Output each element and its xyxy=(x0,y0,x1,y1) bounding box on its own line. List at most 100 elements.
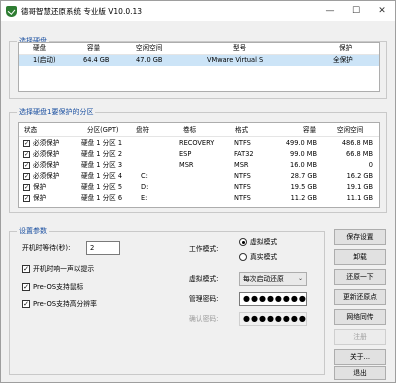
partition-status: 必须保护 xyxy=(33,172,60,180)
partition-free: 11.1 GB xyxy=(346,194,373,202)
partition-letter: D: xyxy=(141,183,149,191)
save-settings-button[interactable]: 保存设置 xyxy=(334,229,386,245)
preos-mouse-label: Pre-OS支持鼠标 xyxy=(33,283,84,291)
network-sync-button[interactable]: 网络同传 xyxy=(334,309,386,325)
partition-name: 硬盘 1 分区 3 xyxy=(81,161,123,169)
partition-name: 硬盘 1 分区 2 xyxy=(81,150,123,158)
virtual-mode-select[interactable]: 每次启动还原 ⌄ xyxy=(239,272,307,286)
partition-free: 486.8 MB xyxy=(341,139,373,147)
partition-name: 硬盘 1 分区 5 xyxy=(81,183,123,191)
partition-letter: E: xyxy=(141,194,148,202)
about-button[interactable]: 关于... xyxy=(334,349,386,365)
main-window: 德哥智慧还原系统 专业版 V10.0.13 — ☐ ✕ 选择硬盘 硬盘 容量 空… xyxy=(0,0,396,383)
disk-free: 47.0 GB xyxy=(136,56,163,64)
header-free: 空闲空间 xyxy=(136,44,163,52)
disk-id: 1(启动) xyxy=(33,56,56,64)
partition-checkbox[interactable]: ✓ xyxy=(23,162,30,169)
work-mode-label: 工作模式: xyxy=(189,245,219,253)
preos-hires-label: Pre-OS支持高分辨率 xyxy=(33,300,97,308)
header-model: 型号 xyxy=(233,44,247,52)
header-status: 状态 xyxy=(24,126,38,134)
partition-status: 保护 xyxy=(33,183,47,191)
register-button[interactable]: 注册 xyxy=(334,329,386,345)
window-controls: — ☐ ✕ xyxy=(317,1,395,21)
disk-list-header: 硬盘 容量 空闲空间 型号 保护 xyxy=(19,43,379,55)
header-protect: 保护 xyxy=(339,44,353,52)
partition-format: MSR xyxy=(234,161,249,169)
partition-row[interactable]: ✓ 必须保护 硬盘 1 分区 2 ESP FAT32 99.0 MB 66.8 MB xyxy=(19,149,379,160)
partition-status: 必须保护 xyxy=(33,139,60,147)
header-partition: 分区(GPT) xyxy=(87,126,119,134)
partition-format: NTFS xyxy=(234,172,251,180)
disk-capacity: 64.4 GB xyxy=(83,56,110,64)
partition-format: NTFS xyxy=(234,183,251,191)
partition-label: ESP xyxy=(179,150,192,158)
partition-format: NTFS xyxy=(234,194,251,202)
window-title: 德哥智慧还原系统 专业版 V10.0.13 xyxy=(21,6,143,16)
header-letter: 盘符 xyxy=(136,126,150,134)
partition-format: FAT32 xyxy=(234,150,254,158)
disk-group: 选择硬盘 硬盘 容量 空闲空间 型号 保护 1(启动) 64.4 GB 47.0… xyxy=(9,37,387,99)
partition-label: RECOVERY xyxy=(179,139,215,147)
partition-checkbox[interactable]: ✓ xyxy=(23,151,30,158)
boot-wait-input[interactable]: 2 xyxy=(86,241,120,255)
partition-row[interactable]: ✓ 必须保护 硬盘 1 分区 4 C: NTFS 28.7 GB 16.2 GB xyxy=(19,171,379,182)
virtual-mode-radio-label: 虚拟模式 xyxy=(250,238,278,246)
real-mode-radio-label: 真实模式 xyxy=(250,253,278,261)
partition-free: 0 xyxy=(368,161,373,169)
partition-size: 19.5 GB xyxy=(290,183,317,191)
admin-password-input[interactable]: ●●●●●●●● xyxy=(239,292,307,306)
minimize-icon[interactable]: — xyxy=(317,1,343,21)
virtual-mode-select-label: 虚拟模式: xyxy=(189,275,219,283)
disk-protect: 全保护 xyxy=(333,56,353,64)
disk-model: VMware Virtual S xyxy=(207,56,264,64)
partition-checkbox[interactable]: ✓ xyxy=(23,195,30,202)
partition-row[interactable]: ✓ 保护 硬盘 1 分区 6 E: NTFS 11.2 GB 11.1 GB xyxy=(19,193,379,204)
partition-letter: C: xyxy=(141,172,148,180)
header-part-free: 空闲空间 xyxy=(337,126,364,134)
partition-row[interactable]: ✓ 必须保护 硬盘 1 分区 3 MSR MSR 16.0 MB 0 xyxy=(19,160,379,171)
confirm-password-input[interactable]: ●●●●●●●● xyxy=(239,312,307,326)
partition-free: 16.2 GB xyxy=(346,172,373,180)
virtual-mode-select-value: 每次启动还原 xyxy=(243,275,284,283)
real-mode-radio[interactable] xyxy=(239,253,247,261)
preos-hires-checkbox[interactable]: ✓ xyxy=(22,300,30,308)
header-disk: 硬盘 xyxy=(33,44,47,52)
virtual-mode-radio[interactable] xyxy=(239,238,247,246)
header-label: 卷标 xyxy=(183,126,197,134)
partition-name: 硬盘 1 分区 4 xyxy=(81,172,123,180)
partition-status: 必须保护 xyxy=(33,150,60,158)
partition-size: 99.0 MB xyxy=(290,150,317,158)
disk-row[interactable]: 1(启动) 64.4 GB 47.0 GB VMware Virtual S 全… xyxy=(19,55,379,66)
maximize-icon[interactable]: ☐ xyxy=(343,1,369,21)
partition-group: 选择硬盘1要保护的分区 状态 分区(GPT) 盘符 卷标 格式 容量 空闲空间 … xyxy=(9,108,387,213)
partition-row[interactable]: ✓ 保护 硬盘 1 分区 5 D: NTFS 19.5 GB 19.1 GB xyxy=(19,182,379,193)
beep-label: 开机时响一声以提示 xyxy=(33,265,95,273)
partition-checkbox[interactable]: ✓ xyxy=(23,184,30,191)
partition-row[interactable]: ✓ 必须保护 硬盘 1 分区 1 RECOVERY NTFS 499.0 MB 486.8 … xyxy=(19,138,379,149)
header-size: 容量 xyxy=(303,126,317,134)
partition-status: 必须保护 xyxy=(33,161,60,169)
partition-format: NTFS xyxy=(234,139,251,147)
partition-name: 硬盘 1 分区 6 xyxy=(81,194,123,202)
partition-checkbox[interactable]: ✓ xyxy=(23,173,30,180)
admin-password-label: 管理密码: xyxy=(189,295,219,303)
update-restore-point-button[interactable]: 更新还原点 xyxy=(334,289,386,305)
shield-icon xyxy=(6,5,17,17)
partition-list-header: 状态 分区(GPT) 盘符 卷标 格式 容量 空闲空间 xyxy=(19,125,379,137)
close-icon[interactable]: ✕ xyxy=(369,1,395,21)
preos-mouse-checkbox[interactable]: ✓ xyxy=(22,283,30,291)
disk-list[interactable]: 硬盘 容量 空闲空间 型号 保护 1(启动) 64.4 GB 47.0 GB V… xyxy=(18,42,380,92)
header-capacity: 容量 xyxy=(87,44,101,52)
exit-button[interactable]: 退出 xyxy=(334,366,386,380)
partition-size: 11.2 GB xyxy=(290,194,317,202)
beep-checkbox[interactable]: ✓ xyxy=(22,265,30,273)
partition-checkbox[interactable]: ✓ xyxy=(23,140,30,147)
uninstall-button[interactable]: 卸载 xyxy=(334,249,386,265)
partition-name: 硬盘 1 分区 1 xyxy=(81,139,123,147)
partition-status: 保护 xyxy=(33,194,47,202)
partition-list[interactable]: 状态 分区(GPT) 盘符 卷标 格式 容量 空闲空间 ✓ 必须保护 硬盘 1 分区… xyxy=(18,122,380,208)
boot-wait-label: 开机时等待(秒): xyxy=(22,244,71,252)
restore-once-button[interactable]: 还原一下 xyxy=(334,269,386,285)
partition-label: MSR xyxy=(179,161,194,169)
